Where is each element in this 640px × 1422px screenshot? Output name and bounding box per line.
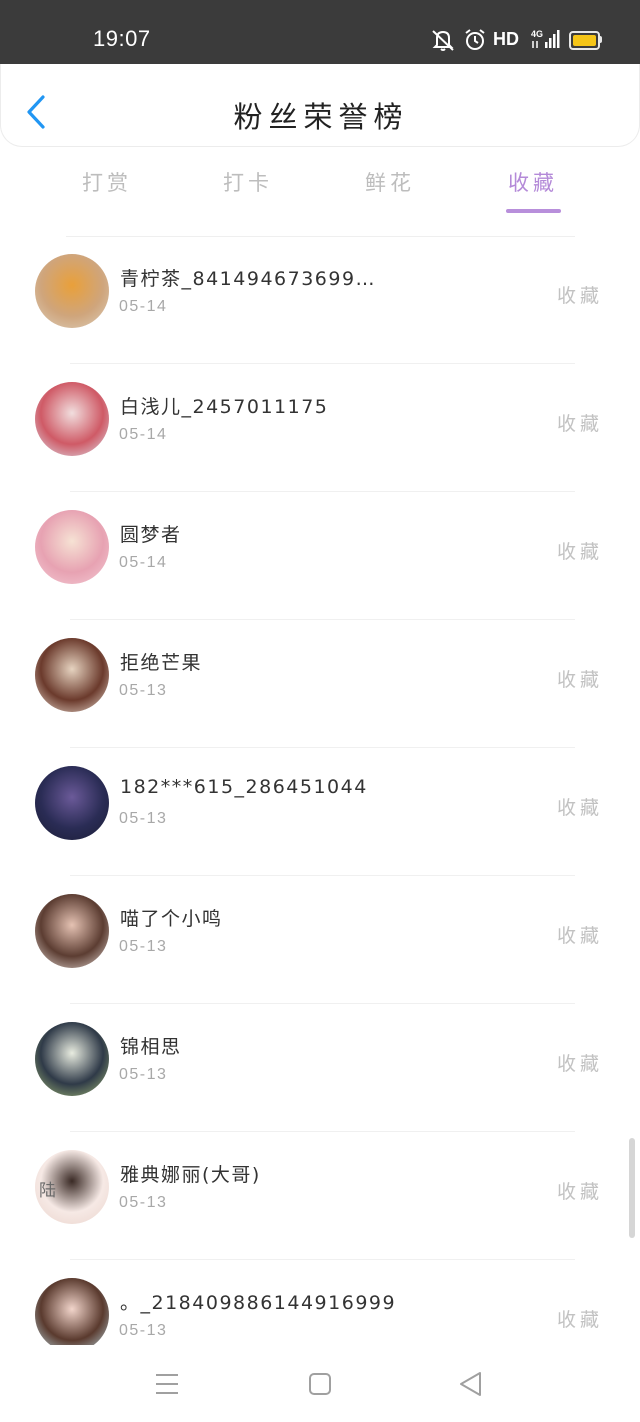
- tab-favorites[interactable]: 收藏: [488, 168, 578, 213]
- fan-name: 。_218409886144916999: [120, 1292, 397, 1314]
- alarm-icon: [465, 29, 485, 50]
- avatar[interactable]: [35, 254, 109, 328]
- fan-date: 05-14: [119, 426, 168, 443]
- fan-date: 05-13: [119, 938, 168, 955]
- action-label: 收藏: [557, 669, 604, 691]
- action-label: 收藏: [557, 541, 604, 563]
- fan-date: 05-13: [119, 1322, 168, 1339]
- fan-name: 圆梦者: [120, 524, 182, 546]
- fan-list-item[interactable]: 白浅儿_2457011175 05-14 收藏: [0, 364, 640, 492]
- bell-muted-icon: [432, 30, 454, 51]
- battery-icon: [569, 31, 600, 50]
- fan-list-item[interactable]: 182***615_286451044 05-13 收藏: [0, 748, 640, 876]
- fan-list-item[interactable]: 青柠茶_841494673699… 05-14 收藏: [0, 236, 640, 364]
- page-title: 粉丝荣誉榜: [233, 100, 409, 134]
- fan-list[interactable]: 青柠茶_841494673699… 05-14 收藏 白浅儿_245701117…: [0, 236, 640, 1345]
- tab-label: 收藏: [508, 171, 558, 195]
- action-label: 收藏: [557, 285, 604, 307]
- battery-level: [573, 35, 596, 46]
- avatar[interactable]: [35, 382, 109, 456]
- fan-list-item[interactable]: 喵了个小鸣 05-13 收藏: [0, 876, 640, 1004]
- avatar[interactable]: [35, 510, 109, 584]
- scrollbar[interactable]: [629, 1138, 635, 1238]
- hd-label: HD: [493, 29, 519, 49]
- active-tab-indicator: [506, 209, 561, 213]
- fan-date: 05-13: [119, 1194, 168, 1211]
- fan-date: 05-13: [119, 682, 168, 699]
- avatar[interactable]: [35, 766, 109, 840]
- avatar[interactable]: [35, 1022, 109, 1096]
- fan-name: 喵了个小鸣: [120, 908, 223, 930]
- tab-label: 打卡: [223, 171, 273, 195]
- action-label: 收藏: [557, 925, 604, 947]
- tab-checkin[interactable]: 打卡: [203, 168, 293, 198]
- avatar-lettering: 陆: [39, 1181, 56, 1201]
- fan-list-item[interactable]: 圆梦者 05-14 收藏: [0, 492, 640, 620]
- fan-name: 锦相思: [120, 1036, 182, 1058]
- tab-reward[interactable]: 打赏: [62, 168, 152, 198]
- fan-name: 白浅儿_2457011175: [120, 396, 329, 418]
- fan-date: 05-14: [119, 554, 168, 571]
- fan-name: 青柠茶_841494673699…: [120, 268, 377, 290]
- fan-list-item[interactable]: 拒绝芒果 05-13 收藏: [0, 620, 640, 748]
- fan-list-item[interactable]: 陆 雅典娜丽(大哥) 05-13 收藏: [0, 1132, 640, 1260]
- menu-icon[interactable]: [152, 1369, 182, 1399]
- fan-list-item[interactable]: 锦相思 05-13 收藏: [0, 1004, 640, 1132]
- fan-date: 05-13: [119, 1066, 168, 1083]
- fan-list-item[interactable]: 。_218409886144916999 05-13 收藏: [0, 1260, 640, 1345]
- battery-nub: [599, 36, 602, 43]
- system-nav-bar: [0, 1345, 640, 1422]
- avatar[interactable]: [35, 638, 109, 712]
- action-label: 收藏: [557, 1309, 604, 1331]
- home-square-icon[interactable]: [305, 1369, 335, 1399]
- fan-date: 05-14: [119, 298, 168, 315]
- tab-label: 鲜花: [365, 171, 415, 195]
- action-label: 收藏: [557, 413, 604, 435]
- fan-date: 05-13: [119, 810, 168, 827]
- header-bar: 粉丝荣誉榜: [0, 64, 640, 147]
- tab-label: 打赏: [82, 171, 132, 195]
- avatar[interactable]: [35, 894, 109, 968]
- signal-icon: [532, 30, 560, 48]
- action-label: 收藏: [557, 1053, 604, 1075]
- back-triangle-icon[interactable]: [456, 1369, 486, 1399]
- action-label: 收藏: [557, 797, 604, 819]
- fan-name: 182***615_286451044: [120, 776, 368, 798]
- tab-flowers[interactable]: 鲜花: [345, 168, 435, 198]
- avatar[interactable]: 陆: [35, 1150, 109, 1224]
- status-time: 19:07: [93, 26, 151, 51]
- avatar[interactable]: [35, 1278, 109, 1345]
- status-bar: 19:07 HD 4G: [0, 0, 640, 64]
- fan-name: 雅典娜丽(大哥): [120, 1164, 261, 1186]
- fan-name: 拒绝芒果: [120, 652, 203, 674]
- action-label: 收藏: [557, 1181, 604, 1203]
